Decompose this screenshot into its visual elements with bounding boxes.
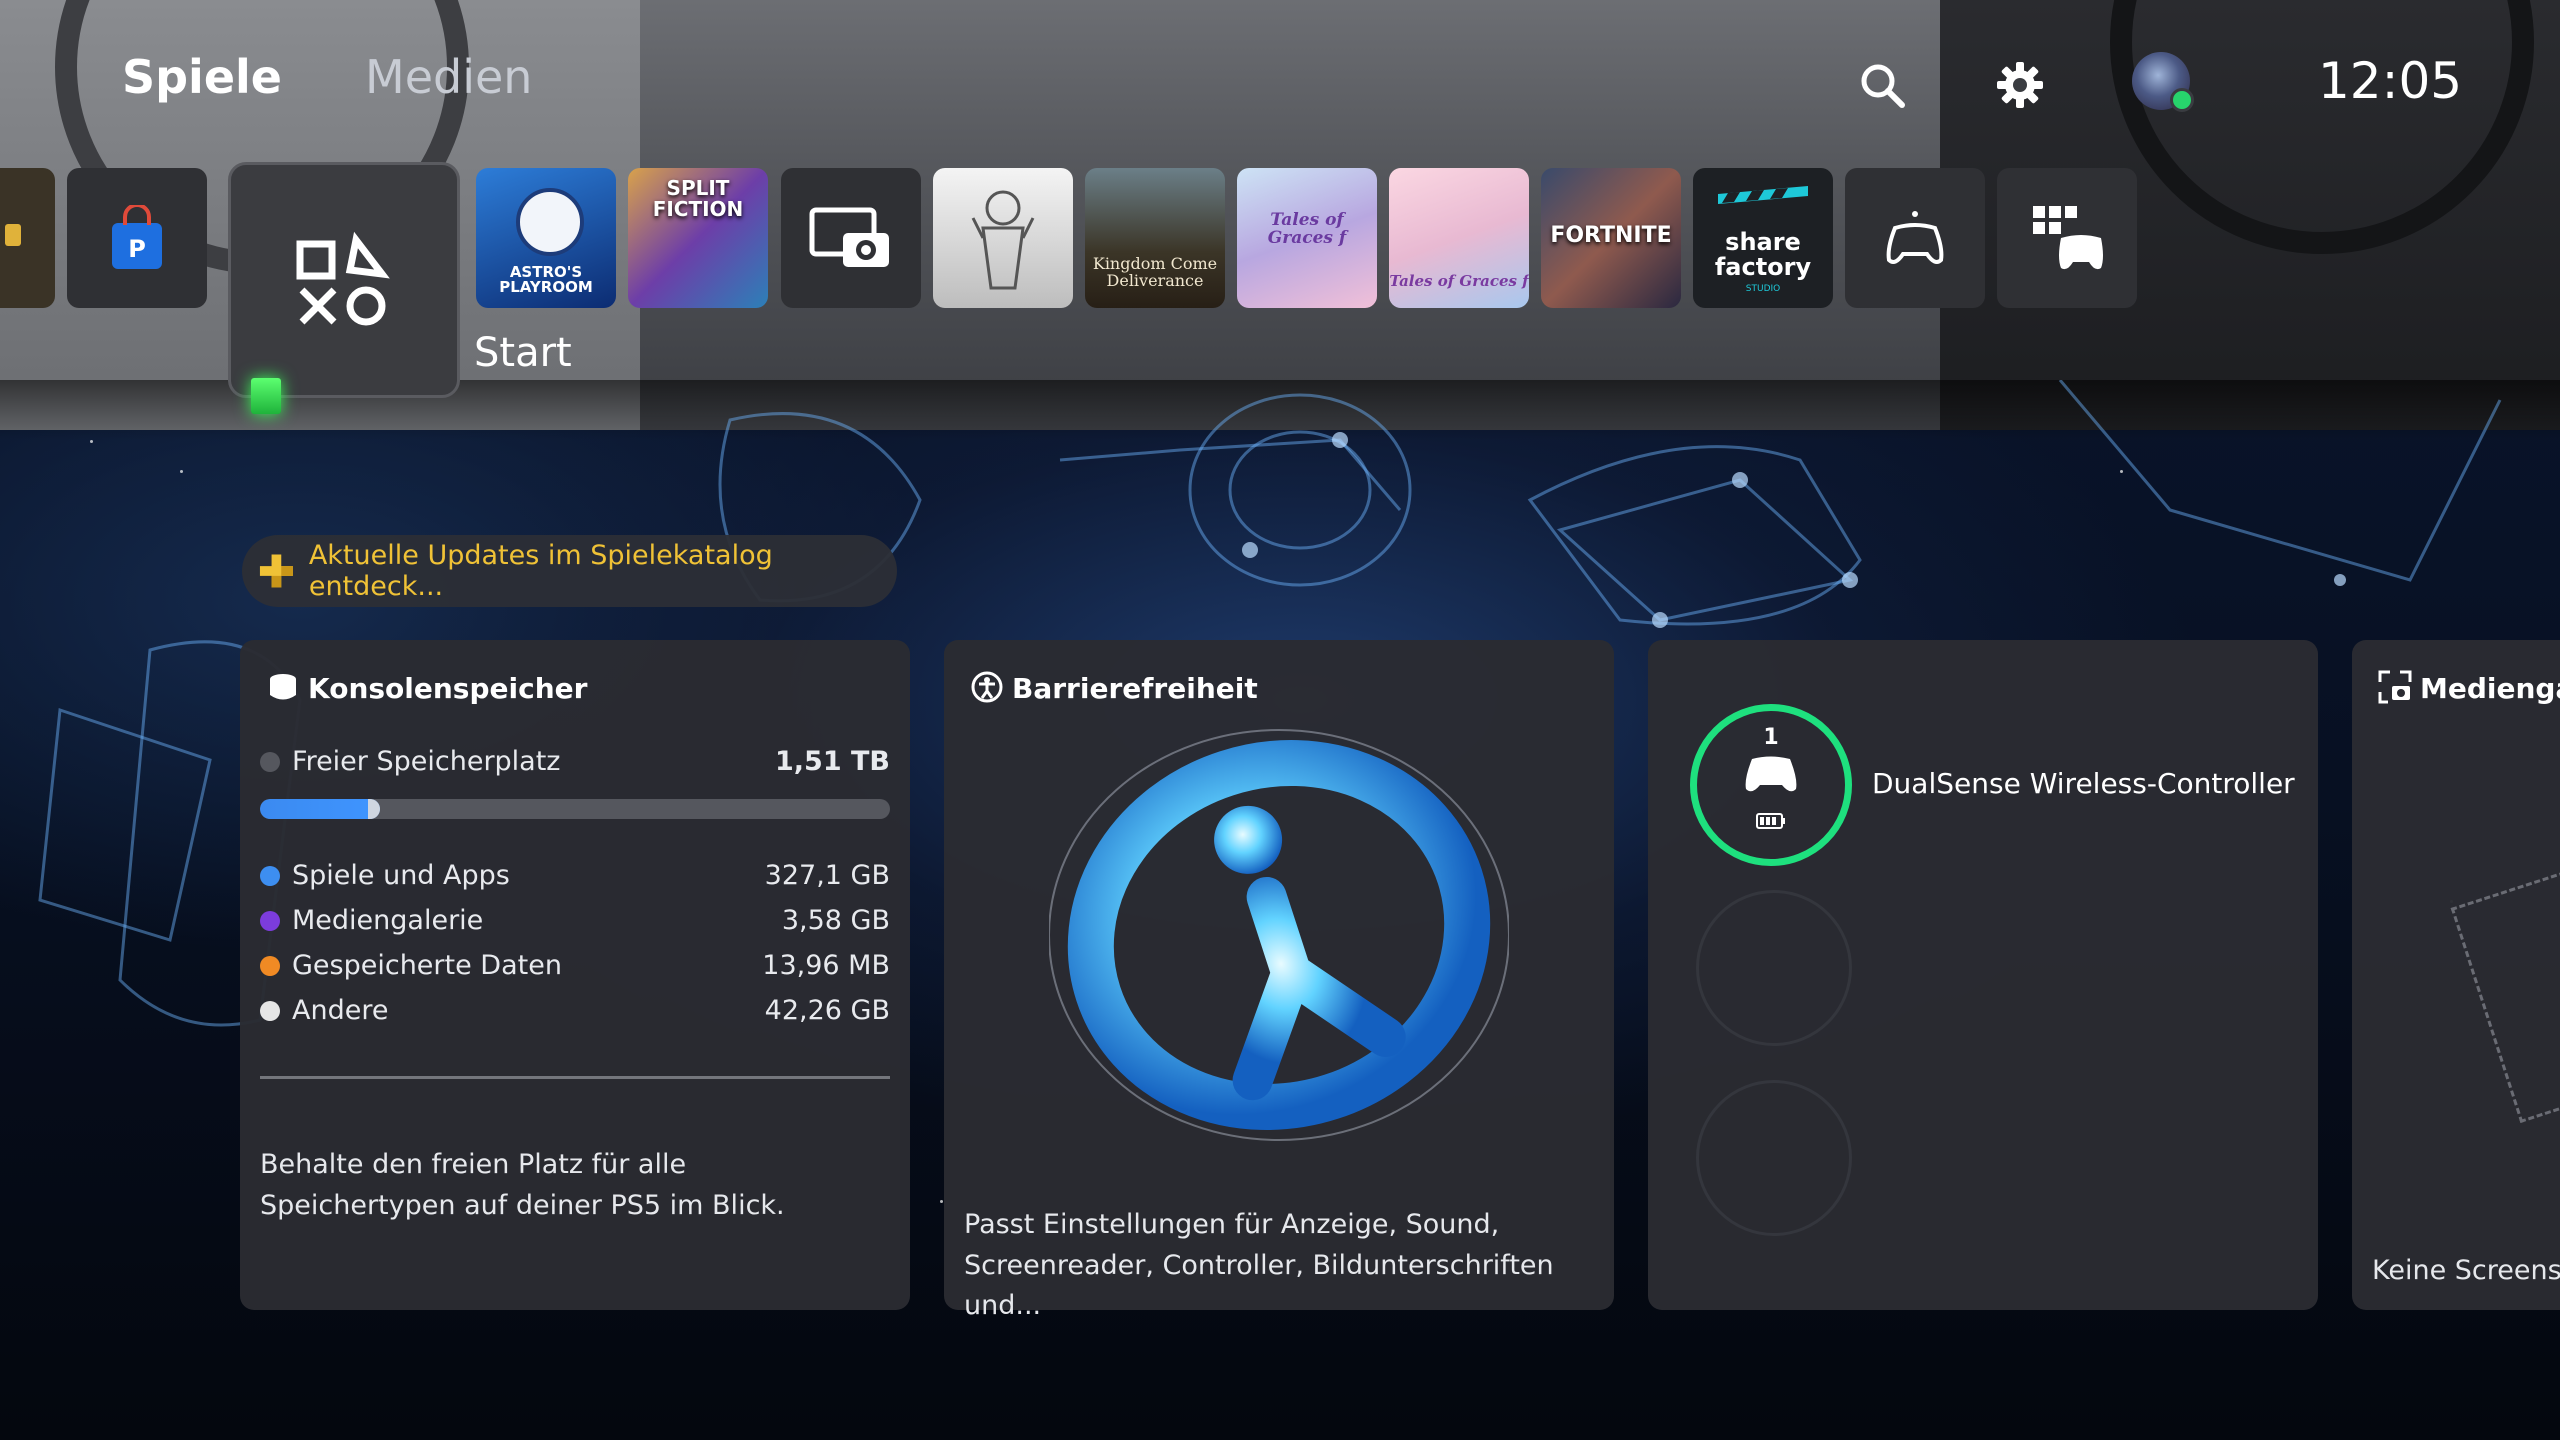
storage-item-row: Gespeicherte Daten 13,96 MB [260,950,890,981]
storage-item-row: Spiele und Apps 327,1 GB [260,860,890,891]
fortnite-logo: FORTNITE [1550,223,1672,248]
storage-item-label: Andere [292,995,389,1026]
settings-gear-icon [1997,62,2043,108]
storage-item-label: Mediengalerie [292,905,484,936]
storage-item-label: Gespeicherte Daten [292,950,562,981]
ps-plus-icon [259,554,293,588]
media-capture-icon [2378,670,2412,704]
storage-bar-fill [260,799,380,819]
tile-label-start: Start [474,330,572,376]
partial-left-tile[interactable] [0,168,55,308]
storage-card-title: Konsolenspeicher [308,672,588,705]
astro-bot-head [516,188,584,256]
notification-text: Aktuelle Updates im Spielekatalog entdec… [308,540,773,602]
accessibility-description: Passt Einstellungen für Anzeige, Sound, … [964,1209,1554,1321]
storage-icon [270,674,296,700]
split-fiction-logo: SPLIT FICTION [652,176,744,221]
free-space-label: Freier Speicherplatz [292,746,561,777]
remote-play-tile[interactable] [1845,168,1985,308]
controller-status-ring: 1 [1690,704,1852,866]
tab-medien[interactable]: Medien [365,50,532,104]
ps-store-bag-icon: P [112,205,162,269]
search-icon [1861,64,1905,108]
tales-of-graces-logo: Tales of Graces f [1267,210,1347,248]
storage-item-label: Spiele und Apps [292,860,510,891]
share-factory-tile[interactable]: share factory STUDIO [1693,168,1833,308]
svg-text:P: P [128,235,146,263]
accessibility-card-title: Barrierefreiheit [1012,672,1258,705]
free-space-row: Freier Speicherplatz 1,51 TB [260,746,890,777]
user-avatar[interactable] [2132,52,2194,112]
astro-playroom-logo: ASTRO'S PLAYROOM [499,262,593,297]
accessibility-3d-icon [1049,729,1509,1141]
free-space-value: 1,51 TB [774,746,890,777]
yellow-shape [5,224,21,246]
share-factory-logo: share factory [1714,228,1812,282]
media-card-description: Keine Screensh [2372,1255,2560,1286]
controller-name: DualSense Wireless-Controller [1872,767,2295,800]
star [940,1200,943,1203]
media-card-title: Medienga [2420,672,2560,705]
tales-of-graces-tile[interactable]: Tales of Graces f [1237,168,1377,308]
media-gallery-tile[interactable] [781,168,921,308]
game-base-start-tile[interactable] [228,162,460,398]
storage-item-value: 327,1 GB [764,860,890,891]
free-space-dot [260,751,280,772]
player-number: 1 [1763,725,1779,750]
media-capture-icon [809,207,889,267]
kingdom-come-tile[interactable]: Kingdom Come Deliverance [1085,168,1225,308]
tales-of-graces-2-tile[interactable]: Tales of Graces f [1389,168,1529,308]
search-button[interactable] [1852,55,1912,115]
kingdom-come-logo: Kingdom Come Deliverance [1092,254,1218,291]
media-gallery-card[interactable]: Medienga Keine Screensh [2352,640,2560,1310]
empty-controller-slot [1696,890,1852,1046]
focus-indicator [251,378,281,414]
storage-description: Behalte den freien Platz für alle Speich… [260,1149,785,1221]
astro-playroom-tile[interactable]: ASTRO'S PLAYROOM [476,168,616,308]
legend-dot-saves [260,955,280,976]
storage-item-row: Mediengalerie 3,58 GB [260,905,890,936]
legend-dot-games [260,865,280,886]
placeholder-frame [2450,862,2560,1124]
settings-button[interactable] [1990,55,2050,115]
empty-controller-slot [1696,1080,1852,1236]
game-white-art-tile[interactable] [933,168,1073,308]
controller-icon [1745,756,1797,792]
accessibility-icon [971,671,1003,703]
ps-shapes-icon [296,231,390,326]
storage-bar [260,799,890,819]
split-fiction-tile[interactable]: SPLIT FICTION [628,168,768,308]
game-library-tile[interactable] [1997,168,2137,308]
star [2120,470,2123,473]
storage-item-value: 3,58 GB [781,905,890,936]
character-art [971,190,1035,290]
controller-card[interactable]: 1 DualSense Wireless-Controller [1648,640,2318,1310]
controller-icon [1886,211,1944,264]
legend-dot-other [260,1000,280,1021]
clapper-icon [1718,186,1808,204]
divider [260,1076,890,1079]
share-factory-sub: STUDIO [1745,284,1781,294]
accessibility-card[interactable]: Barrierefreiheit Passt Einstellungen für… [944,640,1614,1321]
playstation-store-tile[interactable]: P [67,168,207,308]
catalog-updates-notification[interactable]: Aktuelle Updates im Spielekatalog entdec… [242,535,897,607]
storage-item-value: 13,96 MB [762,950,890,981]
tales-of-graces-2-logo: Tales of Graces f [1389,272,1529,291]
fortnite-tile[interactable]: FORTNITE [1541,168,1681,308]
star [90,440,93,443]
star [180,470,183,473]
online-status-dot [2170,88,2194,112]
clock: 12:05 [2318,52,2463,110]
game-library-icon [2033,206,2103,270]
storage-card[interactable]: Konsolenspeicher Freier Speicherplatz 1,… [240,640,910,1310]
tab-spiele[interactable]: Spiele [122,50,282,104]
legend-dot-media [260,910,280,931]
battery-icon [1756,813,1785,829]
storage-item-row: Andere 42,26 GB [260,995,890,1026]
storage-item-value: 42,26 GB [764,995,890,1026]
